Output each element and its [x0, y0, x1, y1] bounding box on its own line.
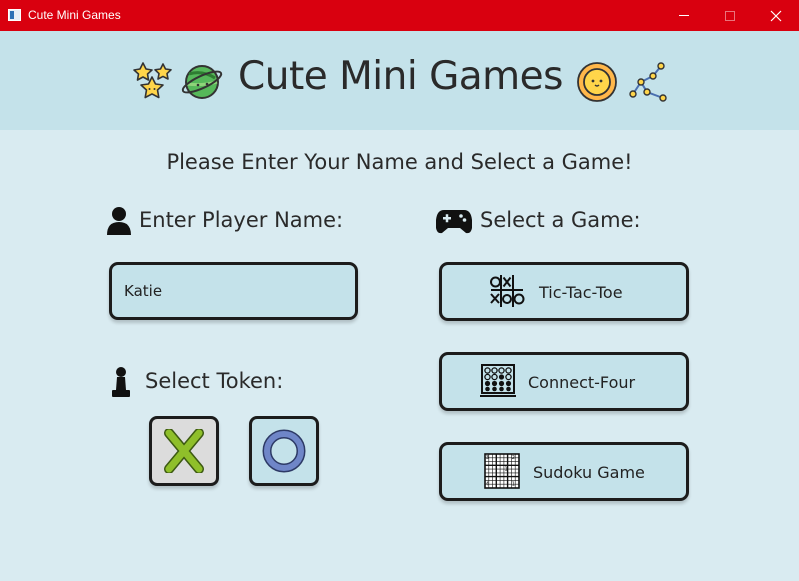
minimize-icon: [679, 15, 689, 16]
pawn-icon: [112, 367, 130, 397]
sudoku-button[interactable]: 3 2 1 4 1 Sudoku Game: [439, 442, 689, 501]
instruction-text: Please Enter Your Name and Select a Game…: [166, 150, 633, 174]
player-name-input[interactable]: [109, 262, 358, 320]
select-game-label: Select a Game:: [480, 208, 641, 232]
window-title: Cute Mini Games: [28, 8, 121, 22]
app-title: Cute Mini Games: [238, 54, 564, 99]
maximize-icon: [725, 10, 735, 21]
maximize-button[interactable]: [707, 0, 753, 31]
sudoku-icon: 3 2 1 4 1: [484, 453, 520, 489]
svg-text:2: 2: [512, 455, 515, 461]
app-icon: [8, 9, 21, 21]
user-icon: [107, 207, 131, 235]
svg-text:1: 1: [512, 482, 515, 488]
gamepad-icon: [436, 210, 472, 234]
minimize-button[interactable]: [661, 0, 707, 31]
token-x-button[interactable]: [149, 416, 219, 486]
svg-text:4: 4: [486, 482, 489, 488]
sun-icon: [577, 62, 617, 102]
close-button[interactable]: [753, 0, 799, 31]
connect-four-button[interactable]: Connect-Four: [439, 352, 689, 411]
connect-four-label: Connect-Four: [528, 373, 636, 392]
header-banner: Cute Mini Games: [0, 31, 799, 130]
svg-text:3: 3: [486, 455, 489, 461]
player-name-label: Enter Player Name:: [139, 208, 344, 232]
select-token-label: Select Token:: [145, 369, 284, 393]
tic-tac-toe-button[interactable]: Tic-Tac-Toe: [439, 262, 689, 321]
o-token-icon: [262, 429, 306, 473]
x-token-icon: [164, 429, 204, 473]
tic-tac-toe-label: Tic-Tac-Toe: [539, 283, 623, 302]
connect-four-icon: [480, 364, 516, 397]
close-icon: [770, 10, 782, 21]
svg-text:1: 1: [505, 467, 508, 473]
planet-icon: [181, 65, 223, 99]
stars-icon: [133, 62, 172, 99]
constellation-icon: [629, 62, 667, 102]
sudoku-label: Sudoku Game: [533, 463, 645, 482]
tic-tac-toe-icon: [490, 275, 525, 307]
window-titlebar: Cute Mini Games: [0, 0, 799, 31]
token-o-button[interactable]: [249, 416, 319, 486]
